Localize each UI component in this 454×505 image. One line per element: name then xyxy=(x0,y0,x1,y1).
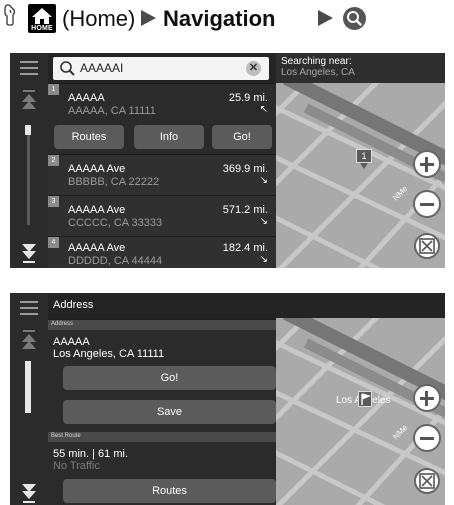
zoom-out-icon[interactable] xyxy=(413,424,441,452)
address-line2: Los Angeles, CA 11111 xyxy=(53,348,165,360)
address-section-header: Address xyxy=(48,320,276,330)
scrollbar-thumb[interactable] xyxy=(25,361,31,413)
searching-near: Searching near: Los Angeles, CA xyxy=(276,53,445,83)
map-pin-label: 1 xyxy=(356,149,372,163)
address-panel: AAAAA Los Angeles, CA 11111 Go! Save xyxy=(48,330,276,432)
address-section-label: Address xyxy=(51,321,74,327)
traffic-status: No Traffic xyxy=(53,460,100,472)
play-arrow-icon xyxy=(318,10,333,26)
navigation-text: Navigation xyxy=(163,6,276,31)
sidebar xyxy=(10,293,48,505)
expand-map-icon[interactable] xyxy=(414,468,440,494)
result-name: AAAAA Ave xyxy=(68,204,126,216)
best-route-section-header: Best Route xyxy=(48,432,276,442)
result-address: BBBBB, CA 22222 xyxy=(68,176,160,188)
result-address: CCCCC, CA 33333 xyxy=(68,217,163,229)
best-route-panel: 55 min. | 61 mi. No Traffic Routes xyxy=(48,442,276,505)
address-line1: AAAAA xyxy=(53,336,90,348)
instruction-header: HOME (Home) Navigation xyxy=(0,0,454,40)
scrollbar-thumb[interactable] xyxy=(25,125,31,135)
scrollbar-track[interactable] xyxy=(27,125,30,225)
direction-arrow-icon: ↘ xyxy=(259,254,268,265)
result-index: 4 xyxy=(48,237,59,248)
home-button-icon: HOME xyxy=(28,4,56,33)
page-title: Address xyxy=(53,299,94,311)
map-pin-icon[interactable]: 1 xyxy=(356,149,372,169)
zoom-in-icon[interactable] xyxy=(413,150,441,178)
search-icon xyxy=(343,7,366,30)
result-index: 1 xyxy=(48,84,59,95)
direction-arrow-icon: ↖ xyxy=(259,104,268,115)
routes-button[interactable]: Routes xyxy=(54,125,124,149)
result-index: 3 xyxy=(48,196,59,207)
list-item[interactable]: 3 AAAAA Ave CCCCC, CA 33333 571.2 mi. ↘ xyxy=(48,195,276,236)
list-item[interactable]: 4 AAAAA Ave DDDDD, CA 44444 182.4 mi. ↘ xyxy=(48,236,276,268)
search-results-screen: AAAAAI ✕ Searching near: Los Angeles, CA… xyxy=(10,53,445,268)
result-address: AAAAA, CA 11111 xyxy=(68,105,156,117)
result-distance: 182.4 mi. xyxy=(222,242,268,254)
result-name: AAAAA xyxy=(68,92,105,104)
zoom-in-icon[interactable] xyxy=(413,384,441,412)
result-address: DDDDD, CA 44444 xyxy=(68,255,163,267)
scroll-up-icon[interactable] xyxy=(10,327,48,353)
result-distance: 25.9 mi. xyxy=(228,92,268,104)
home-label: HOME xyxy=(31,25,53,32)
direction-arrow-icon: ↘ xyxy=(259,216,268,227)
result-index: 2 xyxy=(48,155,59,166)
zoom-out-icon[interactable] xyxy=(413,190,441,218)
search-bar: AAAAAI ✕ xyxy=(48,53,276,83)
list-item[interactable]: 2 AAAAA Ave BBBBB, CA 22222 369.9 mi. ↘ xyxy=(48,154,276,195)
result-distance: 571.2 mi. xyxy=(222,204,268,216)
info-button[interactable]: Info xyxy=(134,125,204,149)
clear-icon[interactable]: ✕ xyxy=(246,61,261,76)
direction-arrow-icon: ↘ xyxy=(259,175,268,186)
scroll-down-icon[interactable] xyxy=(10,236,48,268)
svg-text:NMe: NMe xyxy=(391,184,410,203)
title-bar: Address xyxy=(48,293,445,318)
voice-command-icon xyxy=(4,4,15,26)
sidebar xyxy=(10,53,48,268)
expand-map-icon[interactable] xyxy=(414,233,440,259)
result-name: AAAAA Ave xyxy=(68,163,126,175)
searching-near-label: Searching near: xyxy=(281,56,352,67)
menu-icon[interactable] xyxy=(10,293,48,323)
searching-near-location: Los Angeles, CA xyxy=(281,67,355,78)
home-icon xyxy=(32,8,52,24)
menu-icon[interactable] xyxy=(10,53,48,83)
result-distance: 369.9 mi. xyxy=(222,163,268,175)
save-button[interactable]: Save xyxy=(63,400,276,424)
map-view[interactable]: NMe Los Angeles xyxy=(276,318,445,505)
go-button[interactable]: Go! xyxy=(212,125,272,149)
search-query: AAAAAI xyxy=(80,61,124,75)
best-route-section-label: Best Route xyxy=(51,433,81,439)
list-item[interactable]: 1 AAAAA AAAAA, CA 11111 25.9 mi. ↖ Route… xyxy=(48,83,276,154)
search-input[interactable]: AAAAAI ✕ xyxy=(53,57,269,80)
destination-flag-icon[interactable] xyxy=(358,391,372,407)
scroll-down-icon[interactable] xyxy=(10,476,48,505)
play-arrow-icon xyxy=(141,10,156,26)
result-name: AAAAA Ave xyxy=(68,242,126,254)
map-view[interactable]: NMe 1 xyxy=(276,83,445,268)
routes-button[interactable]: Routes xyxy=(63,479,276,503)
route-summary: 55 min. | 61 mi. xyxy=(53,448,128,460)
home-text: (Home) xyxy=(62,6,136,31)
svg-text:NMe: NMe xyxy=(391,423,410,442)
scroll-up-icon[interactable] xyxy=(10,87,48,113)
address-detail-screen: Address Address AAAAA Los Angeles, CA 11… xyxy=(10,293,445,505)
go-button[interactable]: Go! xyxy=(63,366,276,390)
search-icon xyxy=(60,61,75,76)
